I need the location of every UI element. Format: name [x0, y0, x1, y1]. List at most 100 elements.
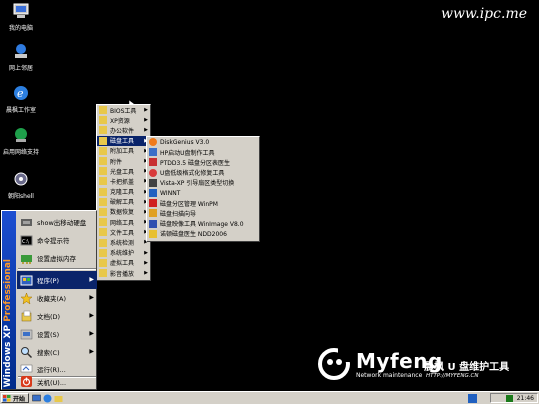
submenu-arrow-icon: ▶ — [89, 276, 94, 283]
menu-item-label: 程序(P) — [37, 277, 59, 285]
menu-item-label: 磁盘分区管理 WinPM — [160, 200, 218, 208]
menu-item-label: 文件工具 — [110, 229, 135, 237]
programs-icon — [20, 275, 33, 285]
disk-item-usb-format[interactable]: U盘低级格式化修复工具 — [147, 168, 259, 178]
programs-item-clone[interactable]: 克隆工具▶ — [97, 187, 150, 197]
site-watermark: www.ipc.me — [440, 6, 527, 22]
desktop-icon-shell[interactable]: 朝阳shell — [2, 170, 40, 201]
start-button[interactable]: 开始 — [1, 393, 29, 403]
disk-item-scan[interactable]: 磁盘扫描向导 — [147, 208, 259, 218]
programs-item-file[interactable]: 文件工具▶ — [97, 227, 150, 237]
programs-item-maint[interactable]: 系统维护 ▶ — [97, 248, 150, 258]
sidebar-text-edition: Professional — [3, 258, 13, 322]
folder-icon — [99, 177, 107, 186]
menu-item-label: XP资源 — [110, 117, 130, 125]
submenu-arrow-icon: ▶ — [89, 348, 94, 355]
programs-item-cd[interactable]: 光盘工具▶ — [97, 166, 150, 176]
documents-icon — [21, 310, 32, 321]
submenu-arrow-icon: ▶ — [144, 270, 148, 276]
ndd-icon — [149, 229, 157, 238]
disk-tools-submenu: DiskGenius V3.0 HP启动U盘制作工具 PTDD3.5 磁盘分区表… — [146, 136, 260, 242]
settings-icon — [20, 329, 33, 339]
start-item-documents[interactable]: 文档(D) ▶ — [17, 307, 97, 325]
desktop-icon-network-support[interactable]: 启用网络支持 — [2, 126, 40, 157]
programs-item-bios[interactable]: BIOS工具 ▶ — [97, 105, 150, 115]
programs-item-virtual[interactable]: 虚拟工具 ▶ — [97, 258, 150, 268]
programs-item-network[interactable]: 网络工具▶ — [97, 217, 150, 227]
tray-network-icon[interactable] — [505, 394, 513, 402]
virtual-memory-icon — [21, 254, 32, 264]
submenu-arrow-icon: ▶ — [144, 127, 148, 134]
programs-item-extra[interactable]: 附加工具▶ — [97, 146, 150, 156]
menu-item-label: 克隆工具 — [110, 189, 135, 197]
menu-item-label: PTDD3.5 磁盘分区表医生 — [160, 159, 230, 167]
language-bar-icon[interactable] — [468, 394, 477, 403]
submenu-arrow-icon: ▶ — [89, 330, 94, 337]
pinned-virtual-memory[interactable]: 设置虚拟内存 — [17, 249, 97, 267]
disk-item-winnt[interactable]: WINNT — [147, 188, 259, 198]
disk-item-hp-usb[interactable]: HP启动U盘制作工具 — [147, 147, 259, 157]
shutdown-icon — [21, 376, 32, 387]
folder-icon — [99, 126, 107, 135]
myfeng-logo: Myfeng Network maintenance 晨枫 U 盘维护工具 HT… — [318, 346, 528, 386]
disk-item-ptdd[interactable]: PTDD3.5 磁盘分区表医生 — [147, 157, 259, 167]
winpm-icon — [149, 199, 157, 208]
menu-item-label: 搜索(C) — [37, 349, 60, 357]
folder-icon — [99, 258, 107, 267]
quicklaunch-ie-icon[interactable] — [43, 394, 52, 403]
pinned-command-prompt[interactable]: C:\ 命令提示符 — [17, 231, 97, 249]
disk-item-winimage[interactable]: 磁盘映像工具 WinImage V8.0 — [147, 219, 259, 229]
programs-item-crack[interactable]: 破解工具▶ — [97, 197, 150, 207]
menu-item-label: BIOS工具 — [110, 107, 137, 115]
programs-item-disk-tools[interactable]: 磁盘工具▶ — [97, 135, 150, 146]
tray-clock[interactable]: 21:46 — [517, 395, 534, 402]
disk-scan-icon — [149, 209, 157, 218]
programs-item-accessories[interactable]: 附件▶ — [97, 156, 150, 166]
desktop-icon-ie[interactable]: e 晨枫工作室 — [2, 84, 40, 115]
boot-switch-icon — [149, 178, 157, 187]
menu-item-label: 破解工具 — [110, 199, 135, 207]
quicklaunch-explorer-icon[interactable] — [54, 394, 63, 403]
logo-url: HTTP://MYFENG.CN — [426, 373, 479, 379]
start-menu-sidebar: Windows XP Professional — [2, 211, 16, 389]
disk-item-diskgenius[interactable]: DiskGenius V3.0 — [147, 137, 259, 147]
pinned-show-usb-disk[interactable]: show出移动硬盘 — [17, 213, 97, 231]
start-item-settings[interactable]: 设置(S) ▶ — [17, 325, 97, 343]
programs-item-card[interactable]: 卡把抓盖▶ — [97, 176, 150, 186]
folder-icon — [99, 197, 107, 206]
submenu-arrow-icon: ▶ — [89, 312, 94, 319]
windows-flag-icon — [3, 394, 11, 401]
start-button-label: 开始 — [13, 395, 26, 403]
disk-item-winpm[interactable]: 磁盘分区管理 WinPM — [147, 198, 259, 208]
menu-item-label: 磁盘工具 — [110, 138, 135, 146]
desktop-icon-my-computer[interactable]: 我的电脑 — [2, 2, 40, 33]
quicklaunch-desktop-icon[interactable] — [32, 394, 41, 403]
logo-chinese-title: 晨枫 U 盘维护工具 — [424, 362, 510, 373]
start-item-programs[interactable]: 程序(P) ▶ — [17, 271, 97, 289]
folder-icon — [99, 116, 107, 125]
disk-item-ndd[interactable]: 诺顿磁盘医生 NDD2006 — [147, 229, 259, 239]
start-menu: Windows XP Professional show出移动硬盘 C:\ 命令… — [1, 210, 97, 390]
menu-item-label: Vista-XP 引导扇区类型切换 — [160, 180, 235, 188]
menu-item-label: 光盘工具 — [110, 168, 135, 176]
start-item-search[interactable]: 搜索(C) ▶ — [17, 343, 97, 361]
star-icon — [20, 291, 33, 305]
desktop-icon-label: 我的电脑 — [8, 25, 33, 32]
programs-submenu: BIOS工具▶ XP资源▶ 办公软件▶ 磁盘工具▶ 附加工具▶ 附件▶ 光盘工具… — [96, 104, 151, 281]
programs-item-recovery[interactable]: 数据恢复▶ — [97, 207, 150, 217]
disk-item-boot-switch[interactable]: Vista-XP 引导扇区类型切换 — [147, 178, 259, 188]
submenu-arrow-icon: ▶ — [144, 107, 148, 113]
desktop-icon-label: 朝阳shell — [8, 193, 34, 200]
start-menu-sidebar-text: Windows XP Professional — [3, 259, 13, 387]
folder-icon — [99, 136, 107, 145]
start-item-favorites[interactable]: 收藏夹(A) ▶ — [17, 289, 97, 307]
folder-icon — [99, 187, 107, 196]
start-item-shutdown[interactable]: 关机(U)... — [17, 373, 97, 390]
programs-item-office[interactable]: 办公软件 ▶ — [97, 125, 150, 135]
programs-item-media[interactable]: 影音播放 ▶ — [97, 268, 150, 278]
programs-item-xp[interactable]: XP资源 ▶ — [97, 115, 150, 125]
menu-item-label: 系统维护 — [110, 250, 135, 258]
desktop-icon-network[interactable]: 网上邻居 — [2, 42, 40, 73]
programs-item-check[interactable]: 系统检测 ▶ — [97, 237, 150, 247]
network-support-icon — [15, 128, 27, 142]
